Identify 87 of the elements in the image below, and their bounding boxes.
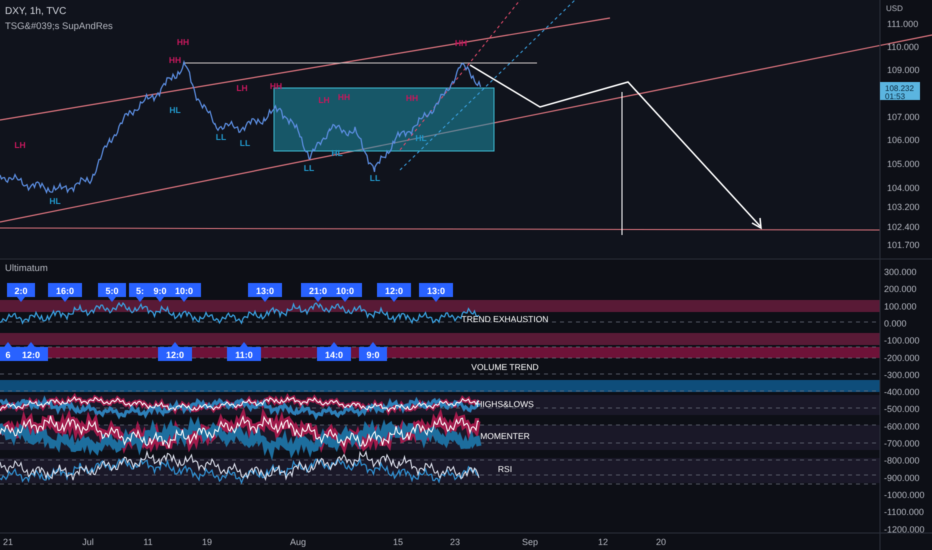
price-axis-label: 111.000	[887, 19, 918, 29]
callout-background	[377, 283, 411, 302]
section-label: TREND EXHAUSTION	[462, 314, 548, 324]
time-axis-label: 11	[143, 537, 153, 547]
callout-label: 14:0	[325, 350, 343, 360]
pattern-label: LH	[318, 95, 330, 105]
price-axis-label: 110.000	[887, 42, 919, 52]
pattern-label: LH	[14, 140, 26, 150]
pattern-label: LL	[240, 138, 250, 148]
callout-label: 9:0	[154, 286, 166, 296]
callout-label: 2:0	[14, 286, 28, 296]
time-axis-label: 15	[393, 537, 403, 547]
oscillator-axis-label: -600.000	[884, 421, 920, 432]
pattern-label: HH	[338, 92, 350, 102]
price-axis-label: 107.000	[887, 112, 920, 122]
callout-label: 6	[6, 350, 10, 360]
callout-background	[227, 342, 261, 361]
time-axis-label: 23	[450, 537, 460, 547]
callout-background	[7, 283, 35, 302]
oscillator-axis-label: -500.000	[884, 404, 920, 414]
callout-label: 9:0	[366, 350, 380, 360]
pattern-label: LL	[304, 163, 314, 173]
oscillator-axis-label: -1000.000	[884, 490, 925, 500]
currency-label: USD	[886, 4, 903, 13]
callout-background	[419, 283, 453, 302]
section-label: VOLUME TREND	[471, 362, 539, 372]
pattern-label: HL	[49, 196, 61, 206]
callout-label: 12:0	[385, 286, 403, 296]
time-axis-label: 19	[202, 537, 212, 547]
callout-label: 12:0	[166, 350, 184, 360]
callout-background	[317, 342, 351, 361]
price-axis-label: 104.000	[887, 183, 920, 193]
price-axis-label: 109.000	[887, 65, 920, 75]
countdown-label: 01:53	[885, 92, 906, 101]
time-axis-label: 12	[598, 537, 608, 547]
pattern-label: LH	[236, 83, 248, 93]
time-axis-label: 21	[3, 537, 13, 547]
callout-label: 13:0	[256, 286, 274, 296]
last-price-label: 108.232	[885, 84, 914, 93]
oscillator-axis-label: 200.000	[884, 284, 917, 294]
oscillator-axis-label: -100.000	[884, 336, 920, 346]
price-axis-label: 101.700	[887, 240, 920, 250]
price-axis-label: 105.000	[887, 159, 920, 169]
pattern-label: LL	[216, 132, 226, 142]
callout-background	[98, 283, 126, 302]
time-axis-label: 20	[656, 537, 666, 547]
oscillator-axis-label: -900.000	[884, 472, 920, 483]
oscillator-axis-label: -1200.000	[884, 524, 925, 534]
pattern-label: HL	[169, 105, 181, 115]
section-label: MOMENTER	[480, 431, 530, 441]
time-axis-label: Sep	[522, 537, 538, 547]
section-label: RSI	[498, 464, 512, 474]
time-axis-label: Jul	[82, 537, 94, 547]
callout-label: 10:0	[336, 286, 354, 296]
pattern-label: LL	[370, 173, 380, 183]
oscillator-axis-label: -400.000	[884, 387, 920, 398]
callout-label: 10:0	[175, 286, 193, 296]
callout-label: 21:0	[309, 286, 327, 296]
callout-label: 13:0	[427, 286, 445, 296]
oscillator-axis-label: -800.000	[884, 456, 920, 466]
callout-background	[158, 342, 192, 361]
callout-label: 11:0	[235, 350, 253, 360]
price-axis-label: 102.400	[887, 222, 920, 232]
symbol-title: DXY, 1h, TVC	[5, 6, 66, 17]
callout-background	[248, 283, 282, 302]
last-price-badge	[880, 82, 920, 100]
pattern-label: HH	[168, 55, 182, 65]
callout-label: 16:0	[56, 286, 74, 296]
callout-background	[48, 283, 82, 302]
pattern-label: HH	[406, 93, 418, 103]
callout-label: 5:0	[106, 286, 118, 296]
time-axis-label: Aug	[290, 537, 306, 547]
oscillator-axis-label: -1100.000	[884, 507, 924, 518]
price-axis-label: 106.000	[887, 135, 920, 145]
oscillator-axis-label: 100.000	[884, 301, 917, 312]
callout-label: 12:0	[22, 350, 40, 360]
oscillator-axis-label: -700.000	[884, 438, 920, 448]
indicator-title: TSG&#039;s SupAndRes	[5, 21, 113, 32]
pattern-label: HH	[176, 37, 190, 47]
oscillator-axis-label: -300.000	[884, 370, 920, 380]
callout-background	[359, 342, 387, 361]
oscillator-axis-label: 300.000	[884, 267, 917, 277]
oscillator-axis-label: 0.000	[884, 318, 907, 328]
price-axis-label: 103.200	[887, 202, 920, 212]
callout-label: 5:	[136, 286, 144, 296]
oscillator-axis-label: -200.000	[884, 352, 920, 363]
pane-title: Ultimatum	[5, 263, 48, 274]
